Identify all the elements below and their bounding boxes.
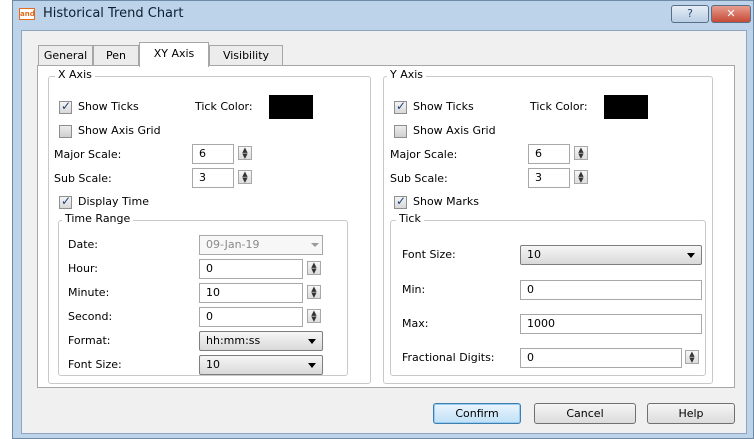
tab-general[interactable]: General [38,45,93,66]
format-select[interactable]: hh:mm:ss [199,331,323,351]
tab-xy-axis[interactable]: XY Axis [139,42,209,67]
y-show-ticks-checkbox[interactable] [394,99,407,114]
chevron-down-icon [308,339,316,344]
x-major-scale-spinner[interactable]: ▲ ▼ [238,146,252,160]
help-button[interactable]: Help [647,403,735,424]
min-input[interactable]: 0 [520,280,702,300]
app-icon: and [19,8,35,20]
y-sub-scale-spinner[interactable]: ▲ ▼ [574,170,588,184]
hour-spinner[interactable]: ▲ ▼ [307,261,321,275]
x-tick-color-swatch[interactable] [269,95,313,119]
second-label: Second: [68,310,113,323]
minute-label: Minute: [68,286,110,299]
y-show-marks-checkbox[interactable] [394,194,407,209]
x-sub-scale-label: Sub Scale: [54,172,112,185]
x-axis-group-title: X Axis [55,68,95,81]
x-font-size-value: 10 [206,358,220,371]
max-label: Max: [402,317,429,330]
x-show-axis-grid-checkbox[interactable] [59,125,72,138]
tick-group-title: Tick [396,212,424,225]
y-sub-scale-label: Sub Scale: [390,172,448,185]
title-help-button[interactable]: ? [671,5,709,23]
x-display-time-label: Display Time [78,195,149,208]
second-spinner[interactable]: ▲ ▼ [307,309,321,323]
chevron-down-icon [308,363,316,368]
format-label: Format: [68,334,111,347]
tab-visibility[interactable]: Visibility [209,45,283,66]
hour-input[interactable]: 0 [199,259,303,279]
minute-spinner[interactable]: ▲ ▼ [307,285,321,299]
date-dropdown-icon[interactable] [311,243,319,247]
chevron-down-icon [687,253,695,258]
cancel-button[interactable]: Cancel [534,403,636,424]
close-button[interactable]: ✕ [711,5,751,23]
x-sub-scale-spinner[interactable]: ▲ ▼ [238,170,252,184]
y-font-size-select[interactable]: 10 [520,245,702,265]
time-range-title: Time Range [62,212,134,225]
fractional-digits-spinner[interactable]: ▲ ▼ [685,350,699,364]
y-major-scale-label: Major Scale: [390,148,458,161]
x-major-scale-input[interactable]: 6 [192,144,234,164]
y-major-scale-input[interactable]: 6 [528,144,570,164]
dialog-client-area: General Pen XY Axis Visibility X Axis Sh… [21,30,747,434]
second-input[interactable]: 0 [199,307,303,327]
x-major-scale-label: Major Scale: [54,148,122,161]
x-font-size-label: Font Size: [68,358,122,371]
min-label: Min: [402,283,426,296]
x-show-ticks-checkbox[interactable] [59,99,72,114]
y-font-size-label: Font Size: [402,248,456,261]
y-show-axis-grid-label: Show Axis Grid [413,124,496,137]
x-display-time-checkbox[interactable] [59,194,72,209]
x-show-ticks-label: Show Ticks [78,100,139,113]
dialog-window: and Historical Trend Chart ? ✕ General P… [12,0,754,439]
x-tick-color-label: Tick Color: [195,100,253,113]
confirm-button[interactable]: Confirm [433,403,521,424]
y-axis-group-title: Y Axis [387,68,427,81]
y-sub-scale-input[interactable]: 3 [528,168,570,188]
date-picker[interactable]: 09-Jan-19 [199,235,323,255]
max-input[interactable]: 1000 [520,314,702,334]
x-font-size-select[interactable]: 10 [199,355,323,375]
title-bar[interactable]: and Historical Trend Chart ? ✕ [13,1,753,29]
format-select-value: hh:mm:ss [206,334,261,347]
y-show-ticks-label: Show Ticks [413,100,474,113]
window-title: Historical Trend Chart [43,6,184,21]
y-show-axis-grid-checkbox[interactable] [394,125,407,138]
fractional-digits-label: Fractional Digits: [402,351,495,364]
fractional-digits-input[interactable]: 0 [520,348,682,368]
tab-panel-xy-axis: X Axis Show Ticks Tick Color: Show Axis … [37,65,735,388]
y-major-scale-spinner[interactable]: ▲ ▼ [574,146,588,160]
tab-pen[interactable]: Pen [93,45,139,66]
y-font-size-value: 10 [527,248,541,261]
hour-label: Hour: [68,262,99,275]
y-tick-color-label: Tick Color: [530,100,588,113]
minute-input[interactable]: 10 [199,283,303,303]
date-label: Date: [68,238,98,251]
x-show-axis-grid-label: Show Axis Grid [78,124,161,137]
y-show-marks-label: Show Marks [413,195,480,208]
y-tick-color-swatch[interactable] [604,95,648,119]
x-sub-scale-input[interactable]: 3 [192,168,234,188]
